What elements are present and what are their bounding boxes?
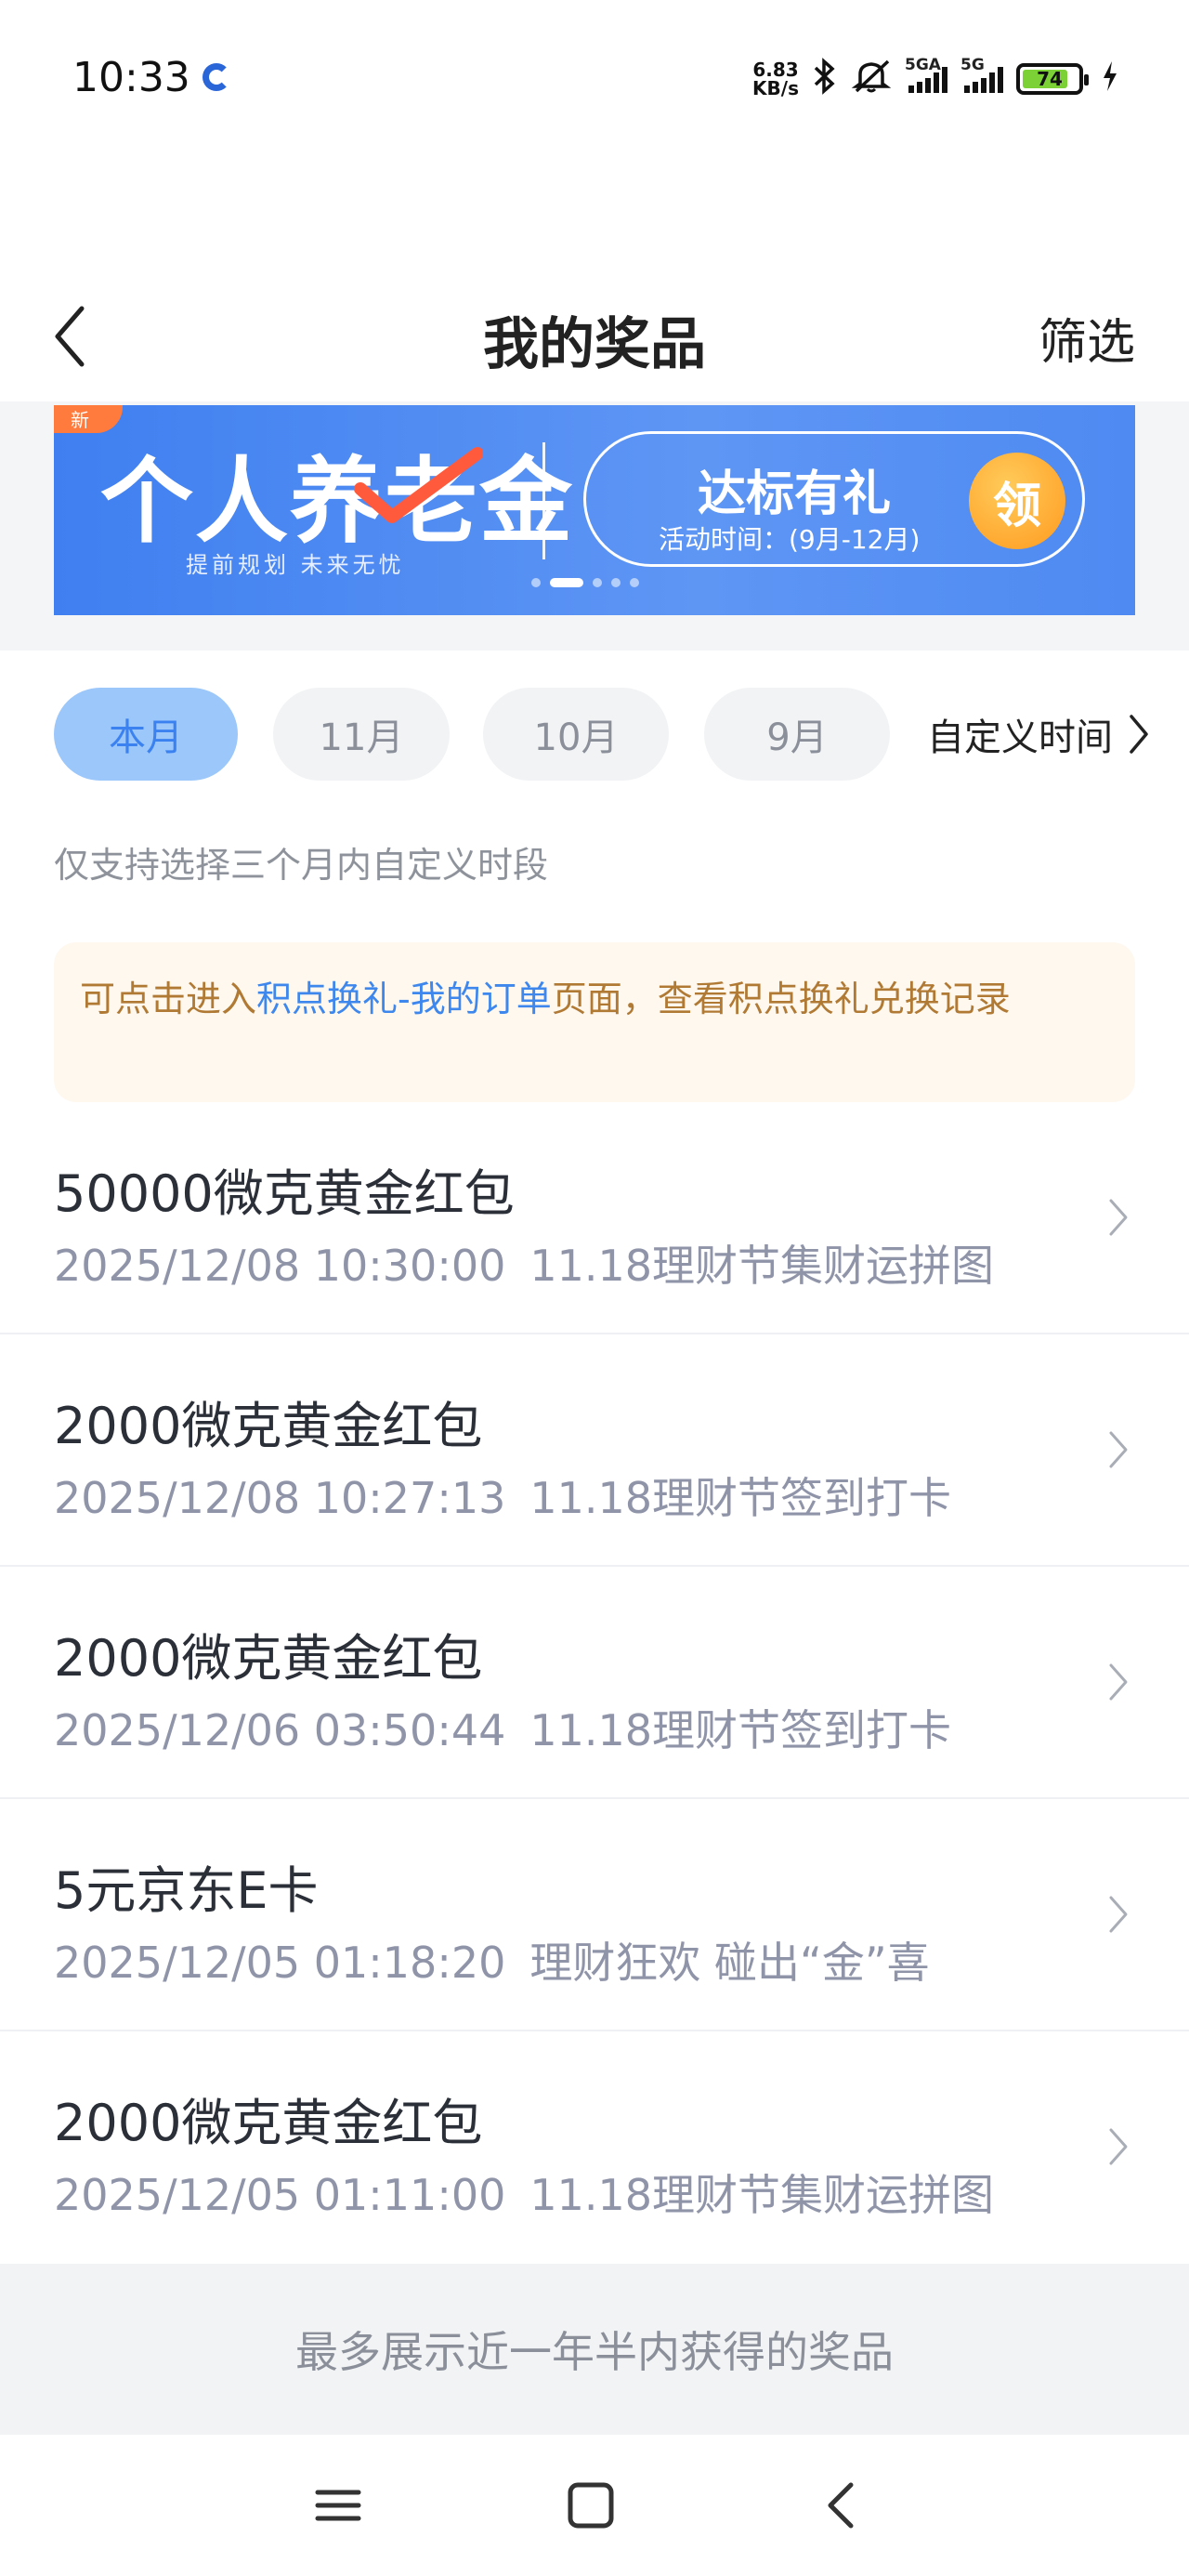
page-title: 我的奖品 bbox=[483, 312, 706, 377]
prize-datetime: 2025/12/06 03:50:44 bbox=[54, 1705, 506, 1755]
chevron-right-icon bbox=[1109, 1199, 1128, 1236]
system-nav-bar bbox=[0, 2435, 1189, 2576]
prize-datetime: 2025/12/05 01:18:20 bbox=[54, 1938, 506, 1988]
chevron-left-icon bbox=[55, 306, 85, 367]
carousel-dot bbox=[593, 578, 602, 587]
list-item[interactable]: 50000微克黄金红包 2025/12/08 10:30:00 11.18理财节集… bbox=[0, 1102, 1189, 1334]
month-tabs: 本月 11月 10月 9月 自定义时间 bbox=[0, 651, 1189, 814]
prize-meta: 2025/12/08 10:30:00 11.18理财节集财运拼图 bbox=[54, 1232, 994, 1294]
prize-source: 11.18理财节签到打卡 bbox=[529, 1705, 952, 1755]
carousel-dot bbox=[531, 578, 541, 587]
net-speed-value: 6.83 bbox=[752, 59, 799, 81]
signal2-label: 5G bbox=[960, 56, 985, 74]
list-item[interactable]: 2000微克黄金红包 2025/12/08 10:27:13 11.18理财节签到… bbox=[0, 1334, 1189, 1567]
battery-level: 74 bbox=[1037, 68, 1063, 90]
notice-box: 可点击进入积点换礼-我的订单页面，查看积点换礼兑换记录 bbox=[54, 942, 1135, 1102]
notice-suffix: 页面，查看积点换礼兑换记录 bbox=[551, 979, 1011, 1019]
status-time: 10:33 bbox=[72, 54, 190, 101]
home-square-icon bbox=[568, 2482, 614, 2529]
system-back-button[interactable] bbox=[810, 2472, 877, 2539]
prize-title: 50000微克黄金红包 bbox=[54, 1164, 515, 1223]
prize-meta: 2025/12/05 01:18:20 理财狂欢 碰出“金”喜 bbox=[54, 1929, 930, 1991]
signal1-label: 5GA bbox=[905, 56, 941, 74]
prize-title: 2000微克黄金红包 bbox=[54, 1629, 483, 1688]
battery-icon: 74 bbox=[1016, 63, 1089, 95]
order-link[interactable]: 积点换礼-我的订单 bbox=[256, 979, 552, 1019]
prize-list: 50000微克黄金红包 2025/12/08 10:30:00 11.18理财节集… bbox=[0, 1102, 1189, 2264]
chevron-right-icon bbox=[1109, 2128, 1128, 2165]
prize-title: 2000微克黄金红包 bbox=[54, 2094, 483, 2152]
net-speed-unit: KB/s bbox=[752, 77, 799, 99]
list-item[interactable]: 5元京东E卡 2025/12/05 01:18:20 理财狂欢 碰出“金”喜 bbox=[0, 1799, 1189, 2031]
prize-source: 11.18理财节集财运拼图 bbox=[529, 2170, 995, 2220]
prize-meta: 2025/12/06 03:50:44 11.18理财节签到打卡 bbox=[54, 1697, 951, 1758]
chevron-right-icon bbox=[1130, 715, 1148, 754]
chevron-right-icon bbox=[1109, 1431, 1128, 1468]
custom-range-hint: 仅支持选择三个月内自定义时段 bbox=[54, 845, 549, 886]
tab-this-month[interactable]: 本月 bbox=[54, 688, 238, 781]
carousel-dot bbox=[630, 578, 639, 587]
prize-title: 2000微克黄金红包 bbox=[54, 1397, 483, 1455]
home-button[interactable] bbox=[557, 2472, 624, 2539]
banner-title: 个人养老金 bbox=[100, 447, 574, 556]
header: 我的奖品 筛选 bbox=[0, 279, 1189, 400]
list-item[interactable]: 2000微克黄金红包 2025/12/05 01:11:00 11.18理财节集财… bbox=[0, 2031, 1189, 2264]
net-speed: 6.83 KB/s bbox=[752, 60, 799, 98]
banner-pill-title: 达标有礼 bbox=[698, 467, 892, 522]
status-icons: 6.83 KB/s 5GA 5G 74 bbox=[752, 56, 1118, 102]
back-arrow-icon bbox=[828, 2482, 854, 2529]
promo-banner[interactable]: 新 个人养老金 提前规划 未来无忧 达标有礼 活动时间：(9月-12月) 领 bbox=[54, 405, 1135, 615]
prize-title: 5元京东E卡 bbox=[54, 1861, 319, 1920]
prize-datetime: 2025/12/05 01:11:00 bbox=[54, 2170, 506, 2220]
carousel-dot bbox=[611, 578, 621, 587]
filter-button[interactable]: 筛选 bbox=[1039, 303, 1135, 373]
carousel-dots bbox=[531, 578, 639, 587]
tab-september[interactable]: 9月 bbox=[704, 688, 890, 781]
mute-icon bbox=[851, 58, 892, 100]
notice-prefix: 可点击进入 bbox=[80, 979, 257, 1019]
status-bar: 10:33 6.83 KB/s 5GA 5G 74 bbox=[0, 0, 1189, 158]
tab-november[interactable]: 11月 bbox=[273, 688, 450, 781]
menu-icon bbox=[315, 2490, 361, 2521]
prize-datetime: 2025/12/08 10:27:13 bbox=[54, 1473, 506, 1523]
prize-datetime: 2025/12/08 10:30:00 bbox=[54, 1241, 506, 1291]
app-icon bbox=[203, 63, 230, 91]
list-item[interactable]: 2000微克黄金红包 2025/12/06 03:50:44 11.18理财节签到… bbox=[0, 1567, 1189, 1799]
custom-time-button[interactable]: 自定义时间 bbox=[899, 688, 1152, 781]
prize-source: 11.18理财节集财运拼图 bbox=[529, 1241, 995, 1291]
banner-pill-date: 活动时间：(9月-12月) bbox=[659, 524, 921, 555]
prize-source: 理财狂欢 碰出“金”喜 bbox=[529, 1938, 930, 1988]
menu-button[interactable] bbox=[305, 2472, 372, 2539]
footer-note: 最多展示近一年半内获得的奖品 bbox=[0, 2264, 1189, 2435]
banner-area: 新 个人养老金 提前规划 未来无忧 达标有礼 活动时间：(9月-12月) 领 bbox=[0, 401, 1189, 651]
claim-button[interactable]: 领 bbox=[969, 453, 1065, 549]
chevron-right-icon bbox=[1109, 1896, 1128, 1933]
tab-october[interactable]: 10月 bbox=[483, 688, 669, 781]
signal-icon: 5GA bbox=[905, 56, 947, 93]
back-button[interactable] bbox=[46, 299, 102, 374]
carousel-dot-active bbox=[550, 578, 583, 587]
bluetooth-icon bbox=[812, 58, 838, 100]
custom-time-label: 自定义时间 bbox=[927, 716, 1113, 759]
checkmark-icon bbox=[354, 447, 483, 523]
banner-pill[interactable]: 达标有礼 活动时间：(9月-12月) 领 bbox=[583, 431, 1085, 567]
prize-meta: 2025/12/08 10:27:13 11.18理财节签到打卡 bbox=[54, 1465, 951, 1526]
charging-icon bbox=[1102, 60, 1118, 98]
prize-source: 11.18理财节签到打卡 bbox=[529, 1473, 952, 1523]
banner-divider bbox=[542, 442, 545, 559]
prize-meta: 2025/12/05 01:11:00 11.18理财节集财运拼图 bbox=[54, 2162, 994, 2223]
chevron-right-icon bbox=[1109, 1663, 1128, 1701]
signal-icon: 5G bbox=[960, 56, 1003, 93]
banner-subtitle: 提前规划 未来无忧 bbox=[186, 552, 405, 578]
